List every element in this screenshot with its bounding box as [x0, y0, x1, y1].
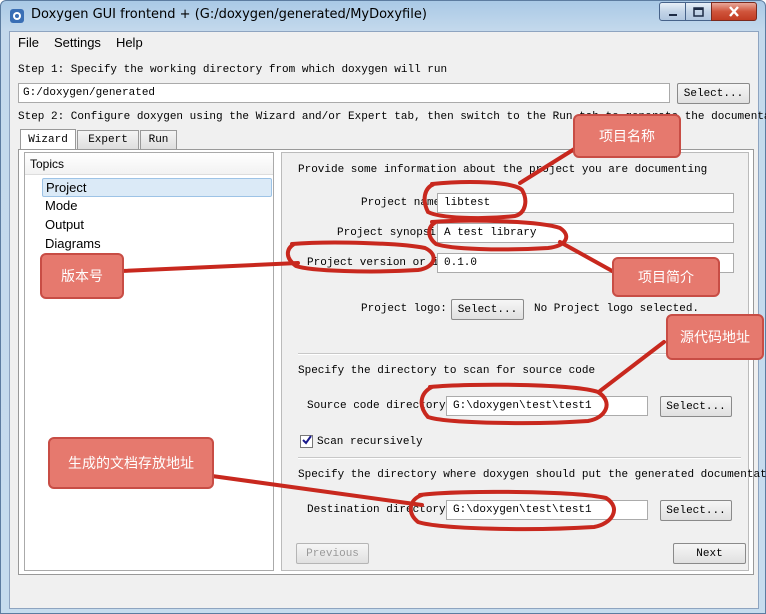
- checkmark-icon: [301, 435, 312, 448]
- project-version-label: Project version or id:: [307, 257, 453, 269]
- tab-wizard[interactable]: Wizard: [20, 129, 76, 149]
- menu-help[interactable]: Help: [108, 32, 150, 54]
- scan-recursively-label: Scan recursively: [317, 436, 423, 448]
- step1-label: Step 1: Specify the working directory fr…: [18, 64, 448, 76]
- destination-directory-select-button[interactable]: Select...: [660, 500, 732, 521]
- scan-recursively-checkbox[interactable]: [300, 435, 313, 448]
- previous-button[interactable]: Previous: [296, 543, 369, 564]
- title-bar: Doxygen GUI frontend + (G:/doxygen/gener…: [1, 1, 766, 31]
- close-button[interactable]: [711, 2, 757, 21]
- project-name-label: Project name:: [361, 197, 447, 209]
- tab-run[interactable]: Run: [140, 130, 177, 149]
- menu-bar: File Settings Help: [10, 32, 758, 54]
- menu-settings[interactable]: Settings: [46, 32, 108, 54]
- topics-tree: Topics Project Mode Output Diagrams: [24, 152, 274, 571]
- menu-file[interactable]: File: [10, 32, 46, 54]
- source-directory-label: Source code directory:: [307, 400, 453, 412]
- project-synopsis-field[interactable]: A test library: [437, 223, 734, 243]
- project-intro: Provide some information about the proje…: [298, 164, 708, 176]
- wizard-panel: Topics Project Mode Output Diagrams Prov…: [18, 149, 766, 575]
- working-directory-field[interactable]: G:/doxygen/generated: [18, 83, 670, 103]
- maximize-button[interactable]: [685, 2, 712, 21]
- app-window: Doxygen GUI frontend + (G:/doxygen/gener…: [0, 0, 766, 614]
- topic-diagrams[interactable]: Diagrams: [42, 235, 272, 254]
- callout-project-name: 项目名称: [573, 114, 681, 158]
- project-form: Provide some information about the proje…: [281, 152, 766, 571]
- callout-version: 版本号: [40, 253, 124, 299]
- maximize-icon: [693, 2, 704, 21]
- separator: [298, 457, 741, 459]
- project-logo-label: Project logo:: [361, 303, 447, 315]
- project-synopsis-label: Project synopsis:: [337, 227, 450, 239]
- destination-directory-field[interactable]: G:\doxygen\test\test1: [446, 500, 648, 520]
- source-directory-field[interactable]: G:\doxygen\test\test1: [446, 396, 648, 416]
- tab-expert[interactable]: Expert: [77, 130, 139, 149]
- topic-project[interactable]: Project: [42, 178, 272, 197]
- callout-source: 源代码地址: [666, 314, 764, 360]
- source-intro: Specify the directory to scan for source…: [298, 365, 596, 377]
- topic-output[interactable]: Output: [42, 216, 272, 235]
- working-directory-select-button[interactable]: Select...: [677, 83, 750, 104]
- destination-intro: Specify the directory where doxygen shou…: [298, 469, 766, 481]
- project-logo-select-button[interactable]: Select...: [451, 299, 524, 320]
- doxygen-app-icon: [9, 8, 25, 24]
- callout-synopsis: 项目简介: [612, 257, 720, 297]
- topic-mode[interactable]: Mode: [42, 197, 272, 216]
- source-directory-select-button[interactable]: Select...: [660, 396, 732, 417]
- destination-directory-label: Destination directory:: [307, 504, 453, 516]
- project-name-field[interactable]: libtest: [437, 193, 734, 213]
- minimize-button[interactable]: [659, 2, 686, 21]
- topics-header: Topics: [25, 153, 273, 175]
- callout-destination: 生成的文档存放地址: [48, 437, 214, 489]
- minimize-icon: [668, 2, 678, 21]
- next-button[interactable]: Next: [673, 543, 746, 564]
- window-title: Doxygen GUI frontend + (G:/doxygen/gener…: [31, 7, 427, 22]
- close-icon: [728, 2, 740, 21]
